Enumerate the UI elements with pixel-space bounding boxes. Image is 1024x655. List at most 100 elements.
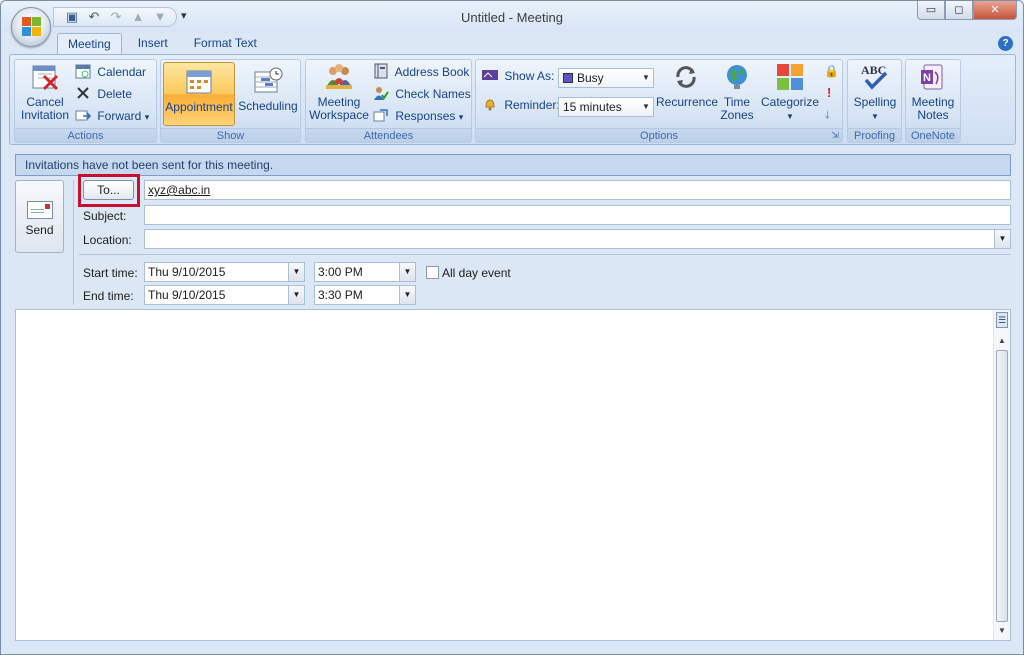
scroll-up-icon[interactable]: ▲ xyxy=(994,336,1010,345)
group-onenote: N Meeting Notes OneNote xyxy=(905,59,961,143)
appointment-icon xyxy=(186,70,212,94)
group-show-label: Show xyxy=(161,128,300,142)
send-label: Send xyxy=(25,223,54,237)
private-lock-icon[interactable]: 🔒 xyxy=(824,64,839,78)
form-divider xyxy=(73,180,74,305)
meeting-notes-button[interactable]: N Meeting Notes xyxy=(908,62,958,122)
reminder-select[interactable]: 15 minutes ▼ xyxy=(558,97,654,117)
cancel-invitation-button[interactable]: Cancel Invitation xyxy=(17,62,73,122)
chevron-down-icon[interactable]: ▼ xyxy=(288,286,304,304)
to-recipient[interactable]: xyz@abc.in xyxy=(148,183,210,197)
help-icon[interactable]: ? xyxy=(998,36,1013,51)
end-date-value: Thu 9/10/2015 xyxy=(148,288,226,302)
minimize-button[interactable]: ▭ xyxy=(917,1,945,20)
start-date-picker[interactable]: Thu 9/10/2015 ▼ xyxy=(144,262,305,282)
globe-icon xyxy=(727,65,747,89)
low-importance-icon[interactable]: ↓ xyxy=(824,106,831,121)
location-field[interactable]: ▼ xyxy=(144,229,1011,249)
appointment-label: Appointment xyxy=(165,100,233,114)
tab-format-text[interactable]: Format Text xyxy=(184,33,267,55)
chevron-down-icon: ▼ xyxy=(871,112,879,121)
reminder-value: 15 minutes xyxy=(563,100,622,114)
forward-label: Forward xyxy=(97,109,142,123)
title-bar: ▣ ↶ ↷ ▲ ▼ ▾ Untitled - Meeting ▭ ◻ ✕ xyxy=(1,1,1023,47)
meeting-notes-line1: Meeting xyxy=(911,95,955,109)
time-zones-line2: Zones xyxy=(720,108,754,122)
end-time-label: End time: xyxy=(83,289,134,303)
appointment-button[interactable]: Appointment xyxy=(163,62,235,126)
meeting-workspace-button[interactable]: Meeting Workspace xyxy=(308,62,370,122)
to-field[interactable]: xyz@abc.in xyxy=(144,180,1011,200)
office-button[interactable] xyxy=(11,7,51,47)
time-zones-line1: Time xyxy=(723,95,751,109)
calendar-button[interactable]: Calendar xyxy=(75,62,146,82)
address-book-button[interactable]: Address Book xyxy=(373,62,469,82)
send-button[interactable]: Send xyxy=(15,180,64,253)
maximize-button[interactable]: ◻ xyxy=(945,1,973,20)
time-zones-button[interactable]: Time Zones xyxy=(717,62,757,122)
check-names-button[interactable]: Check Names xyxy=(373,84,471,104)
group-show: Appointment Scheduling Show xyxy=(160,59,301,143)
check-names-label: Check Names xyxy=(395,87,471,101)
window-controls: ▭ ◻ ✕ xyxy=(917,1,1017,21)
all-day-label[interactable]: All day event xyxy=(442,266,511,280)
scrollbar-thumb[interactable] xyxy=(996,350,1008,622)
all-day-checkbox[interactable] xyxy=(426,266,439,279)
recurrence-label: Recurrence xyxy=(656,95,719,109)
show-as-label-wrap: Show As: xyxy=(482,66,554,86)
scheduling-button[interactable]: Scheduling xyxy=(237,62,299,113)
spelling-label: Spelling xyxy=(853,95,897,109)
chevron-down-icon: ▼ xyxy=(642,102,650,111)
ruler-toggle-icon[interactable]: ☰ xyxy=(996,312,1008,328)
show-as-icon xyxy=(482,70,498,80)
group-proofing-label: Proofing xyxy=(848,128,901,142)
scroll-down-icon[interactable]: ▼ xyxy=(994,626,1010,635)
spelling-button[interactable]: ABC Spelling ▼ xyxy=(850,62,900,123)
chevron-down-icon[interactable]: ▼ xyxy=(399,263,415,281)
window-title: Untitled - Meeting xyxy=(461,10,563,25)
end-date-picker[interactable]: Thu 9/10/2015 ▼ xyxy=(144,285,305,305)
tab-insert[interactable]: Insert xyxy=(128,33,178,55)
responses-button[interactable]: Responses xyxy=(373,106,463,126)
categorize-button[interactable]: Categorize ▼ xyxy=(759,62,821,123)
subject-field[interactable] xyxy=(144,205,1011,225)
chevron-down-icon[interactable]: ▼ xyxy=(399,286,415,304)
meeting-window: ▣ ↶ ↷ ▲ ▼ ▾ Untitled - Meeting ▭ ◻ ✕ Mee… xyxy=(0,0,1024,655)
ribbon-tabs: Meeting Insert Format Text xyxy=(57,33,273,55)
show-as-select[interactable]: Busy ▼ xyxy=(558,68,654,88)
end-time-picker[interactable]: 3:30 PM ▼ xyxy=(314,285,416,305)
chevron-down-icon[interactable]: ▼ xyxy=(288,263,304,281)
tab-meeting[interactable]: Meeting xyxy=(57,33,122,55)
forward-button[interactable]: Forward xyxy=(75,106,149,126)
delete-button[interactable]: Delete xyxy=(75,84,132,104)
busy-swatch-icon xyxy=(563,73,573,83)
time-divider xyxy=(79,254,1011,255)
scheduling-icon xyxy=(254,67,283,93)
delete-label: Delete xyxy=(97,87,133,101)
onenote-icon: N xyxy=(921,64,943,90)
close-button[interactable]: ✕ xyxy=(973,1,1017,20)
chevron-down-icon: ▼ xyxy=(786,112,794,121)
group-onenote-label: OneNote xyxy=(906,128,960,142)
group-attendees-label: Attendees xyxy=(306,128,471,142)
responses-label: Responses xyxy=(395,109,456,123)
group-options-label: Options xyxy=(476,128,842,142)
to-button[interactable]: To... xyxy=(83,180,134,200)
start-time-picker[interactable]: 3:00 PM ▼ xyxy=(314,262,416,282)
location-label: Location: xyxy=(83,233,132,247)
message-body[interactable]: ☰ ▲ ▼ xyxy=(15,309,1011,641)
chevron-down-icon[interactable]: ▼ xyxy=(994,230,1010,248)
cancel-invitation-line2: Invitation xyxy=(20,108,70,122)
address-book-label: Address Book xyxy=(394,65,470,79)
subject-label: Subject: xyxy=(83,209,127,223)
group-attendees: Meeting Workspace Address Book Check Nam… xyxy=(305,59,472,143)
group-actions: Cancel Invitation Calendar Delete Forwar… xyxy=(14,59,157,143)
recurrence-button[interactable]: Recurrence xyxy=(656,62,719,109)
chevron-down-icon: ▼ xyxy=(642,73,650,82)
start-date-value: Thu 9/10/2015 xyxy=(148,265,226,279)
svg-text:N: N xyxy=(923,72,931,84)
vertical-scrollbar[interactable]: ☰ ▲ ▼ xyxy=(993,310,1010,640)
show-as-label: Show As: xyxy=(504,69,555,83)
dialog-launcher-icon[interactable]: ⇲ xyxy=(831,130,839,141)
high-importance-icon[interactable]: ! xyxy=(827,85,831,100)
